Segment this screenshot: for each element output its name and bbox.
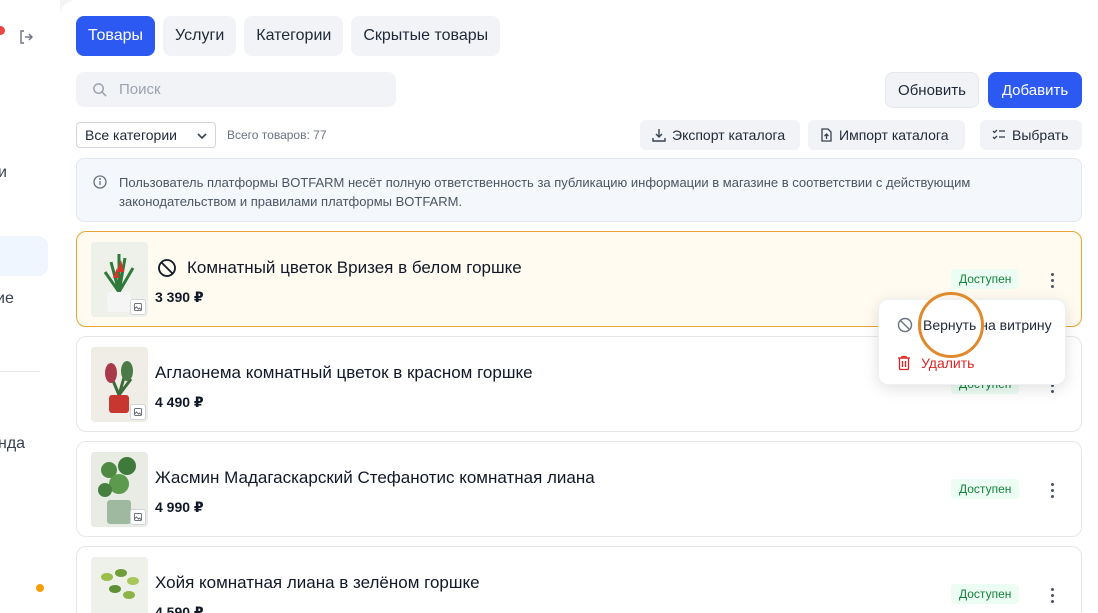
status-badge: Доступен [951,584,1020,604]
download-icon [652,129,666,142]
delete-label: Удалить [921,355,975,371]
product-title: Хойя комнатная лиана в зелёном горшке [155,573,480,592]
status-badge: Доступен [951,269,1020,289]
category-select-value: Все категории [85,127,177,143]
tab-services[interactable]: Услуги [163,16,237,56]
file-icon [821,128,832,142]
more-options-icon[interactable] [1044,269,1060,291]
left-sidebar: и ие нда [0,0,60,613]
more-options-icon[interactable] [1044,584,1060,606]
checklist-icon [992,129,1005,140]
product-card[interactable]: Жасмин Мадагаскарский Стефанотис комнатн… [76,441,1082,537]
status-dot [36,584,44,592]
add-button[interactable]: Добавить [988,72,1082,108]
export-catalog-label: Экспорт каталога [672,127,786,143]
hidden-icon [897,317,913,333]
image-count-badge [130,404,146,420]
search-input[interactable] [119,81,379,98]
product-card[interactable]: Хойя комнатная лиана в зелёном горшке 4 … [76,546,1082,613]
status-badge: Доступен [951,479,1020,499]
select-button[interactable]: Выбрать [980,120,1082,150]
product-title: Аглаонема комнатный цветок в красном гор… [155,363,533,382]
import-catalog-label: Импорт каталога [839,127,949,143]
sidebar-item-label[interactable]: нда [0,435,25,453]
image-count-badge [130,509,146,525]
image-icon [134,303,142,311]
notice-text: Пользователь платформы BOTFARM несёт пол… [119,175,971,209]
sidebar-active-item[interactable] [0,236,48,276]
product-thumbnail [91,347,148,422]
product-price: 4 590 ₽ [155,604,204,613]
sidebar-divider [0,371,40,372]
tab-bar: Товары Услуги Категории Скрытые товары [76,16,501,56]
export-catalog-button[interactable]: Экспорт каталога [640,120,800,150]
trash-icon [898,355,910,371]
notification-dot [0,26,5,35]
info-notice: Пользователь платформы BOTFARM несёт пол… [76,158,1082,222]
product-thumbnail [91,557,148,613]
context-menu: Вернуть на витрину Удалить [878,299,1066,385]
total-count: Всего товаров: 77 [227,128,327,142]
tab-categories[interactable]: Категории [244,16,344,56]
tab-hidden-products[interactable]: Скрытые товары [351,16,501,56]
refresh-button[interactable]: Обновить [885,72,979,108]
sidebar-item-label[interactable]: ие [0,290,14,308]
tab-products[interactable]: Товары [76,16,156,56]
plant-image [91,557,148,613]
product-title: Жасмин Мадагаскарский Стефанотис комнатн… [155,468,595,487]
info-icon [93,175,107,189]
image-count-badge [130,299,146,315]
select-label: Выбрать [1012,127,1069,143]
delete-item[interactable]: Удалить [897,352,974,374]
restore-label: Вернуть на витрину [923,317,1052,333]
chevron-down-icon [197,133,207,140]
product-thumbnail [91,242,148,317]
product-price: 4 990 ₽ [155,499,204,515]
logout-icon[interactable] [18,29,34,45]
sidebar-item-label[interactable]: и [0,164,7,182]
restore-to-storefront-item[interactable]: Вернуть на витрину [897,314,1052,336]
product-title: Комнатный цветок Вризея в белом горшке [187,258,522,277]
product-thumbnail [91,452,148,527]
hidden-icon [158,259,176,277]
search-box[interactable] [76,72,396,107]
main-panel: Товары Услуги Категории Скрытые товары О… [60,0,1098,613]
more-options-icon[interactable] [1044,479,1060,501]
search-icon [93,83,107,97]
product-price: 4 490 ₽ [155,394,204,410]
product-price: 3 390 ₽ [155,289,204,305]
image-icon [134,513,142,521]
category-select[interactable]: Все категории [76,122,216,148]
import-catalog-button[interactable]: Импорт каталога [808,120,965,150]
image-icon [134,408,142,416]
